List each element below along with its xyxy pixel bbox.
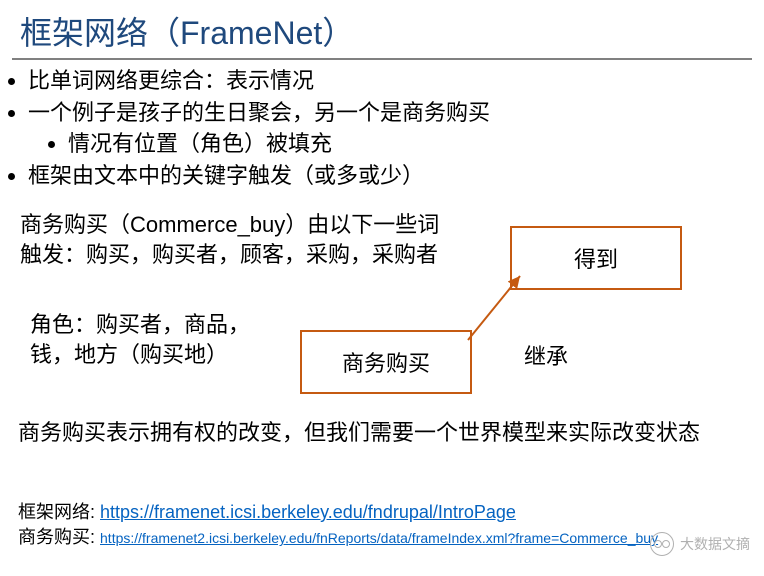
trigger-words-text: 商务购买（Commerce_buy）由以下一些词触发：购买，购买者，顾客，采购，… bbox=[20, 210, 450, 269]
watermark-text: 大数据文摘 bbox=[680, 534, 750, 554]
roles-text: 角色：购买者，商品，钱，地方（购买地） bbox=[30, 310, 290, 369]
sub-bullet-list: 情况有位置（角色）被填充 bbox=[68, 129, 764, 159]
footer-line-1: 框架网络: https://framenet.icsi.berkeley.edu… bbox=[18, 500, 658, 525]
slide-title: 框架网络（FrameNet） bbox=[0, 0, 764, 58]
footer-line-2: 商务购买: https://framenet2.icsi.berkeley.ed… bbox=[18, 525, 658, 550]
title-divider bbox=[12, 58, 752, 60]
bullet-2-sub: 情况有位置（角色）被填充 bbox=[68, 129, 764, 159]
inherit-arrow-icon bbox=[460, 270, 540, 350]
bullet-2-text: 一个例子是孩子的生日聚会，另一个是商务购买 bbox=[28, 100, 490, 125]
commerce-buy-link[interactable]: https://framenet2.icsi.berkeley.edu/fnRe… bbox=[100, 530, 658, 546]
watermark-icon bbox=[650, 532, 674, 556]
footer-label-2: 商务购买: bbox=[18, 527, 100, 547]
bullet-3: 框架由文本中的关键字触发（或多或少） bbox=[28, 161, 764, 191]
bullet-1: 比单词网络更综合：表示情况 bbox=[28, 66, 764, 96]
ownership-change-text: 商务购买表示拥有权的改变，但我们需要一个世界模型来实际改变状态 bbox=[18, 418, 738, 448]
box-buy: 商务购买 bbox=[300, 330, 472, 394]
bullet-2: 一个例子是孩子的生日聚会，另一个是商务购买 情况有位置（角色）被填充 bbox=[28, 98, 764, 159]
framenet-link[interactable]: https://framenet.icsi.berkeley.edu/fndru… bbox=[100, 502, 516, 522]
bullet-list: 比单词网络更综合：表示情况 一个例子是孩子的生日聚会，另一个是商务购买 情况有位… bbox=[28, 66, 764, 191]
footer-label-1: 框架网络: bbox=[18, 502, 100, 522]
slide: 框架网络（FrameNet） 比单词网络更综合：表示情况 一个例子是孩子的生日聚… bbox=[0, 0, 764, 576]
watermark: 大数据文摘 bbox=[650, 532, 750, 556]
footer-links: 框架网络: https://framenet.icsi.berkeley.edu… bbox=[18, 500, 658, 550]
